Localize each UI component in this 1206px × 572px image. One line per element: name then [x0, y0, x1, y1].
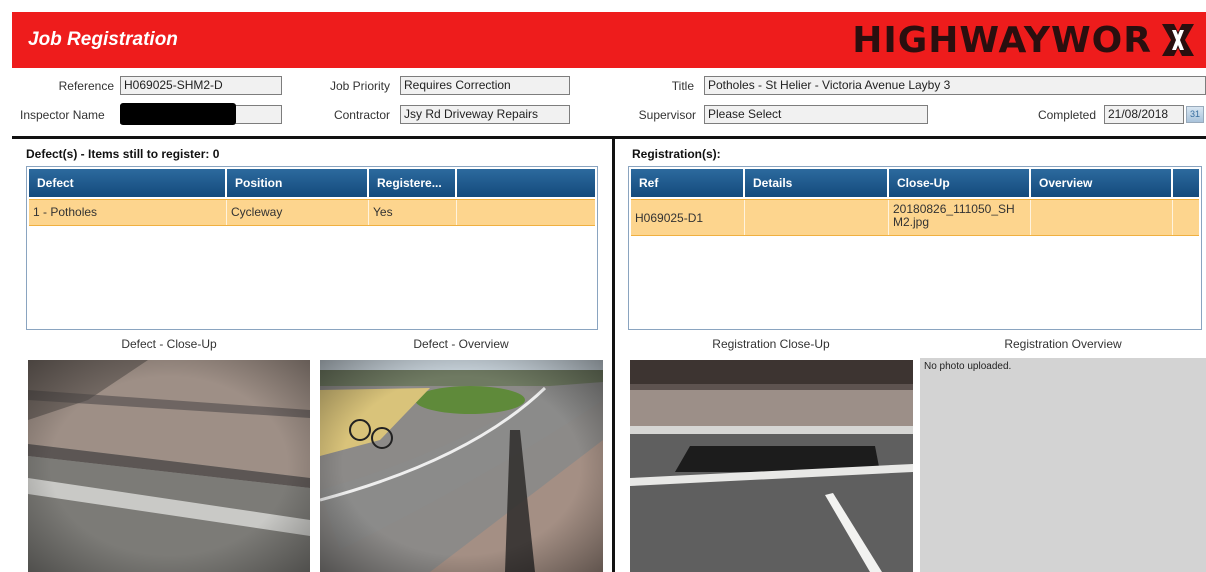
completed-date-field[interactable]: 21/08/2018 — [1104, 105, 1184, 124]
col-details-header[interactable]: Details — [745, 169, 889, 197]
table-row[interactable]: 1 - Potholes Cycleway Yes — [29, 199, 595, 226]
cell-blank — [457, 200, 595, 225]
registrations-section-title: Registration(s): — [632, 147, 721, 161]
col-blank-header — [1173, 169, 1199, 197]
inspector-label: Inspector Name — [20, 108, 105, 122]
supervisor-select[interactable]: Please Select — [704, 105, 928, 124]
logo-text: HIGHWAYWOR — [852, 19, 1152, 61]
registrations-grid-header: Ref Details Close-Up Overview — [629, 167, 1201, 197]
cell-defect: 1 - Potholes — [29, 200, 227, 225]
registration-overview-caption: Registration Overview — [1004, 337, 1122, 351]
cell-blank — [1173, 200, 1199, 235]
title-label: Title — [671, 79, 694, 93]
col-defect-header[interactable]: Defect — [29, 169, 227, 197]
cell-ref: H069025-D1 — [631, 200, 745, 235]
col-overview-header[interactable]: Overview — [1031, 169, 1173, 197]
defects-grid-header: Defect Position Registere... — [27, 167, 597, 197]
col-closeup-header[interactable]: Close-Up — [889, 169, 1031, 197]
redaction-box — [120, 103, 236, 125]
job-details-form: Reference H069025-SHM2-D Inspector Name … — [12, 68, 1206, 134]
job-priority-field[interactable]: Requires Correction — [400, 76, 570, 95]
contractor-label: Contractor — [333, 108, 390, 122]
defects-grid: Defect Position Registere... 1 - Pothole… — [26, 166, 598, 330]
col-blank-header — [457, 169, 595, 197]
col-position-header[interactable]: Position — [227, 169, 369, 197]
cell-overview — [1031, 200, 1173, 235]
supervisor-label: Supervisor — [638, 108, 696, 122]
defect-overview-photo[interactable] — [320, 360, 603, 572]
defects-section-title: Defect(s) - Items still to register: 0 — [26, 147, 220, 161]
reference-field[interactable]: H069025-SHM2-D — [120, 76, 282, 95]
col-ref-header[interactable]: Ref — [631, 169, 745, 197]
vertical-divider — [612, 136, 615, 572]
page-title: Job Registration — [28, 29, 178, 50]
cell-position: Cycleway — [227, 200, 369, 225]
col-registered-header[interactable]: Registere... — [369, 169, 457, 197]
registrations-grid: Ref Details Close-Up Overview H069025-D1… — [628, 166, 1202, 330]
defect-overview-caption: Defect - Overview — [413, 337, 509, 351]
reference-label: Reference — [58, 79, 114, 93]
logo-x-icon — [1158, 20, 1198, 60]
job-priority-label: Job Priority — [329, 79, 390, 93]
calendar-icon[interactable]: 31 — [1186, 106, 1204, 123]
registration-overview-placeholder: No photo uploaded. — [920, 358, 1206, 572]
defect-closeup-caption: Defect - Close-Up — [121, 337, 217, 351]
registration-closeup-caption: Registration Close-Up — [712, 337, 830, 351]
defect-closeup-photo[interactable] — [28, 360, 310, 572]
title-field[interactable]: Potholes - St Helier - Victoria Avenue L… — [704, 76, 1206, 95]
table-row[interactable]: H069025-D1 20180826_111050_SH M2.jpg — [631, 199, 1199, 236]
cell-closeup: 20180826_111050_SH M2.jpg — [889, 200, 1031, 235]
highwayworx-logo: HIGHWAYWOR — [852, 18, 1198, 62]
cell-details — [745, 200, 889, 235]
horizontal-divider — [12, 136, 1206, 139]
title-bar: Job Registration HIGHWAYWOR — [12, 12, 1206, 68]
contractor-field[interactable]: Jsy Rd Driveway Repairs — [400, 105, 570, 124]
cell-registered: Yes — [369, 200, 457, 225]
no-photo-text: No photo uploaded. — [924, 361, 1012, 372]
completed-label: Completed — [1037, 108, 1096, 122]
registration-closeup-photo[interactable] — [630, 360, 913, 572]
